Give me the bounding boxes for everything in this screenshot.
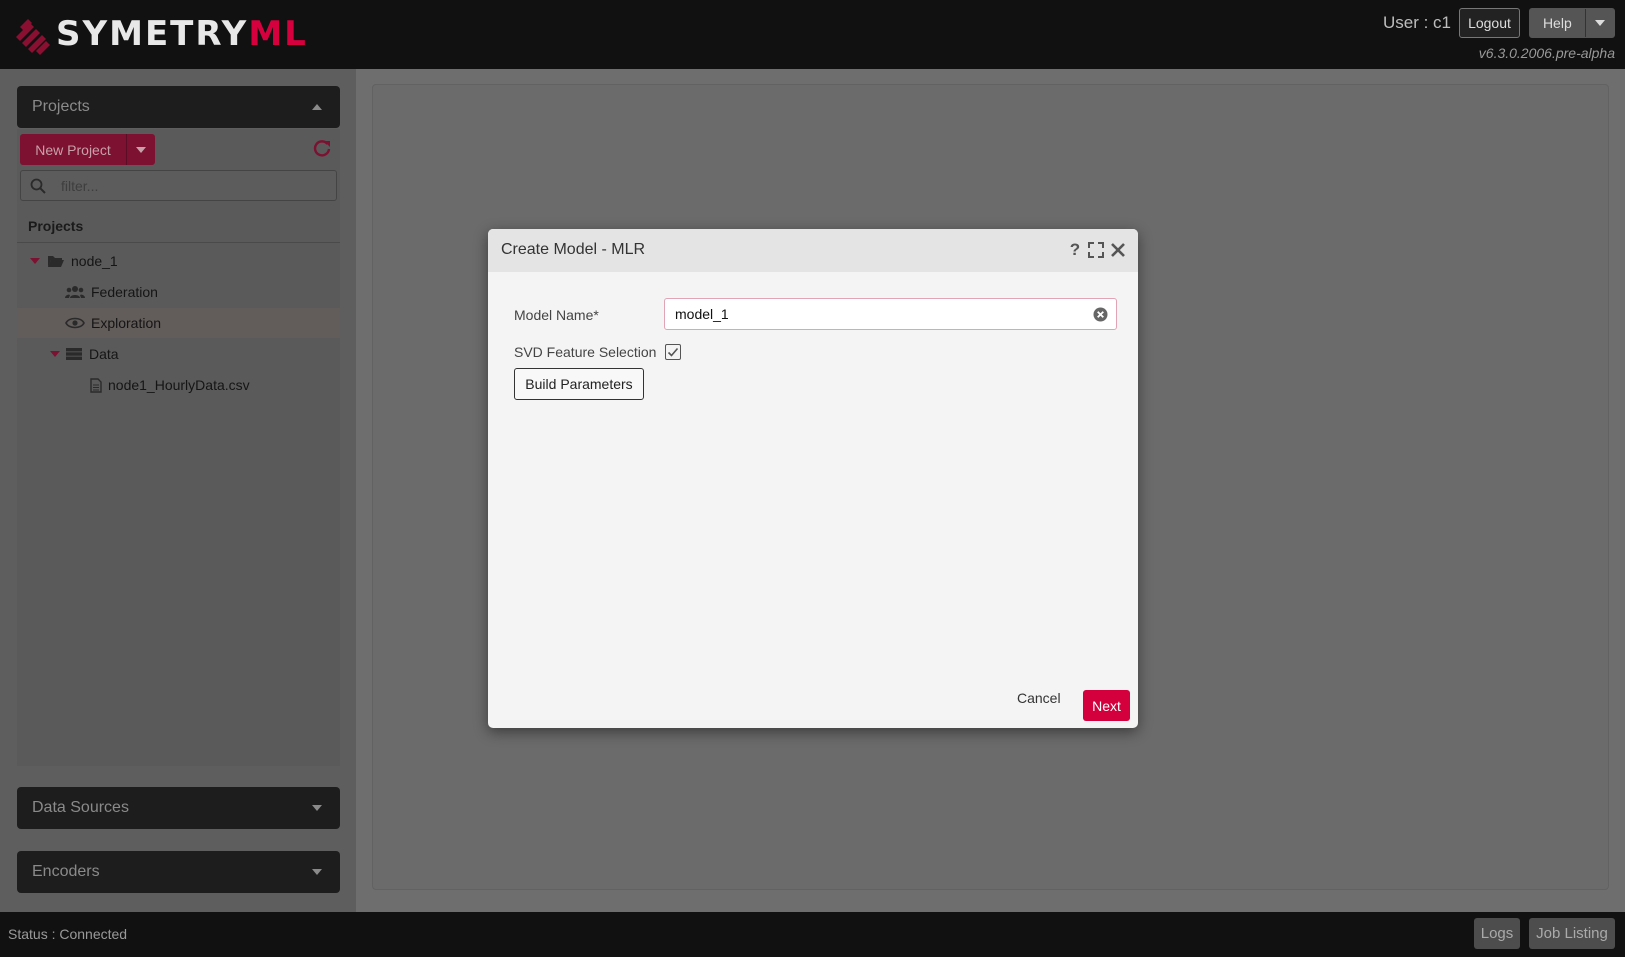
job-listing-button[interactable]: Job Listing [1529,918,1615,949]
user-label: User : c1 [1382,13,1451,32]
status-bar: Status : Connected Logs Job Listing [0,912,1625,957]
tree-item-node[interactable]: node_1 [17,246,340,276]
encoders-title: Encoders [32,863,100,880]
tree-title: Projects [28,218,84,234]
app-header: SYMETRYML User : c1 Logout Help v6.3.0.2… [0,0,1625,69]
logout-button[interactable]: Logout [1459,8,1520,38]
help-icon[interactable]: ? [1066,240,1084,259]
dialog-header: Create Model - MLR ? [488,229,1138,272]
version-label: v6.3.0.2006.pre-alpha [1478,45,1615,61]
new-project-dropdown-toggle[interactable] [126,134,155,165]
database-icon [66,348,82,360]
tree-item-label: Federation [91,284,158,300]
folder-open-icon [48,256,64,267]
close-icon[interactable] [1109,241,1127,259]
encoders-panel-header[interactable]: Encoders [17,851,340,893]
collapse-icon [312,104,322,110]
data-sources-panel-header[interactable]: Data Sources [17,787,340,829]
help-button[interactable]: Help [1529,8,1615,38]
logs-button[interactable]: Logs [1474,918,1520,949]
eye-icon [65,317,85,329]
help-dropdown-toggle[interactable] [1584,9,1614,37]
filter-field[interactable] [20,170,337,201]
svd-feature-selection-checkbox[interactable] [665,344,681,360]
chevron-down-icon [136,146,146,153]
new-project-button[interactable]: New Project [20,134,155,165]
connection-status: Status : Connected [8,926,128,942]
tree-item-federation[interactable]: Federation [17,277,340,307]
svd-feature-selection-label: SVD Feature Selection [514,344,657,360]
filter-input[interactable] [61,171,331,200]
projects-panel-header[interactable]: Projects [17,86,340,128]
tree-item-label: Exploration [91,315,162,331]
tree-item-data[interactable]: Data [17,339,340,369]
next-button[interactable]: Next [1083,690,1130,721]
expand-arrow-icon [30,258,40,264]
logo-text-main: SYMETRY [56,14,249,54]
help-button-label: Help [1542,15,1572,31]
model-name-field[interactable] [664,298,1117,330]
symetryml-logo: SYMETRYML [16,12,308,56]
tree-item-label: Data [89,346,119,362]
clear-input-icon[interactable] [1093,307,1108,322]
refresh-icon[interactable] [313,139,331,157]
sidebar: Projects New Project Projects [0,69,356,912]
new-project-label: New Project [35,141,111,158]
create-model-dialog: Create Model - MLR ? Model Name* SVD Fea… [488,229,1138,728]
logo-mark-icon [16,19,50,55]
tree-item-exploration[interactable]: Exploration [17,308,340,338]
checkmark-icon [667,347,679,357]
cancel-button[interactable]: Cancel [1017,690,1061,706]
build-parameters-button[interactable]: Build Parameters [514,368,644,400]
projects-panel-title: Projects [32,98,90,115]
file-icon [90,377,102,393]
chevron-down-icon [1594,20,1605,26]
dialog-title: Create Model - MLR [501,241,646,258]
expand-icon [312,869,322,875]
data-sources-title: Data Sources [32,799,129,816]
users-icon [65,286,85,298]
expand-icon [312,805,322,811]
logo-text-accent: ML [248,14,308,54]
model-name-label: Model Name* [514,307,599,323]
model-name-input[interactable] [675,299,1075,329]
logo-text: SYMETRYML [56,14,308,54]
maximize-icon[interactable] [1087,241,1105,259]
divider [17,242,340,243]
search-icon [30,178,46,194]
tree-item-label: node_1 [71,253,118,269]
tree-item-file[interactable]: node1_HourlyData.csv [17,370,340,400]
tree-item-label: node1_HourlyData.csv [108,377,250,393]
expand-arrow-icon [50,351,60,357]
projects-panel-body: New Project Projects node_1 [17,129,340,766]
